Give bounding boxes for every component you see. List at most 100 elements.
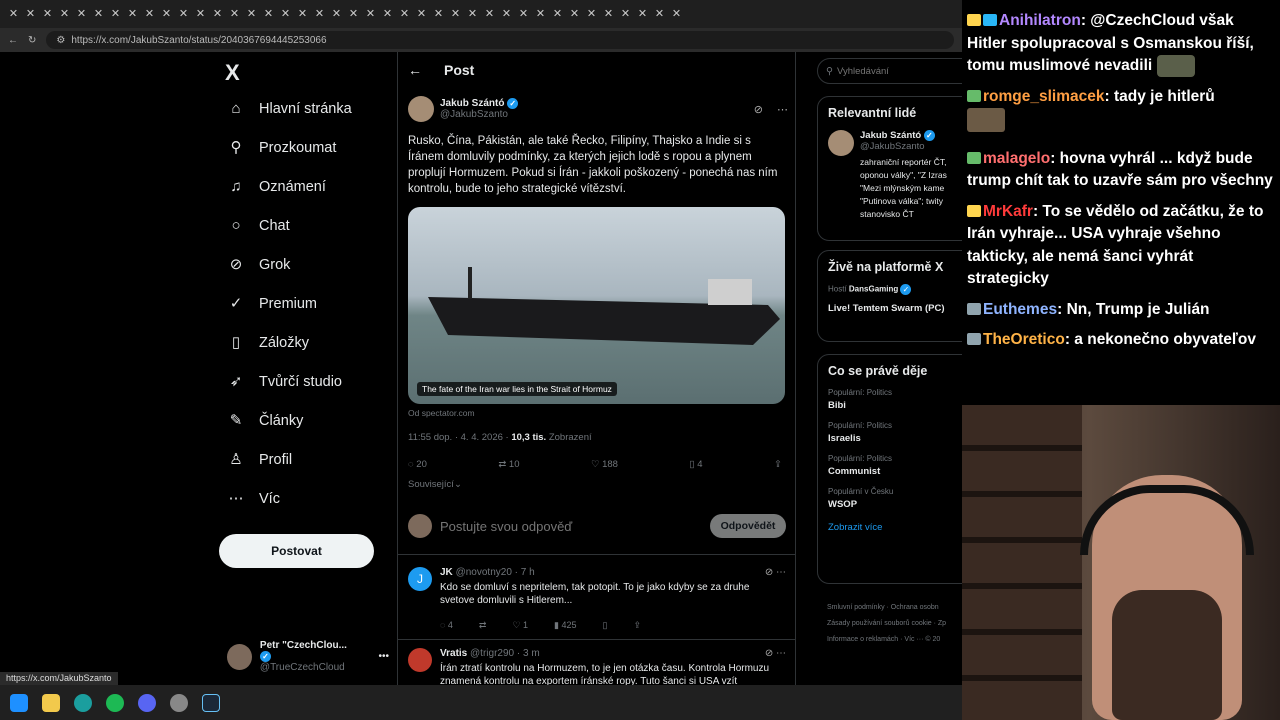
tweet-time[interactable]: 11:55 dop. · 4. 4. 2026 ·: [408, 432, 509, 443]
windows-start-icon[interactable]: [10, 693, 28, 712]
tab-icon[interactable]: ✕: [552, 8, 563, 20]
tab-icon[interactable]: ✕: [654, 8, 665, 20]
nav-item-bookmarks[interactable]: ▯ Záložky: [227, 334, 309, 352]
reply-author[interactable]: Vratis: [440, 648, 467, 659]
footer-line[interactable]: Informace o reklamách · Víc ··· © 20: [827, 632, 946, 648]
tab-icon[interactable]: ✕: [93, 8, 104, 20]
x-logo-icon[interactable]: X: [225, 60, 240, 86]
views-action[interactable]: ▮ 425: [554, 620, 577, 631]
show-more-link[interactable]: Zobrazit více: [828, 522, 962, 533]
live-host-row[interactable]: Hostí DansGaming ✓: [828, 284, 962, 295]
tab-icon[interactable]: ✕: [110, 8, 121, 20]
more-icon[interactable]: ⊘ ⋯: [765, 567, 786, 578]
back-arrow-icon[interactable]: ←: [408, 62, 422, 78]
nav-item-home[interactable]: ⌂ Hlavní stránka: [227, 100, 351, 118]
tab-icon[interactable]: ✕: [42, 8, 53, 20]
tab-icon[interactable]: ✕: [467, 8, 478, 20]
avatar[interactable]: [408, 96, 434, 122]
steam-icon[interactable]: [202, 693, 220, 712]
tab-icon[interactable]: ✕: [212, 8, 223, 20]
link-card[interactable]: The fate of the Iran war lies in the Str…: [408, 207, 785, 404]
nav-item-chat[interactable]: ○ Chat: [227, 217, 289, 235]
site-info-icon[interactable]: ⚙: [56, 35, 65, 46]
live-stream-title[interactable]: Live! Temtem Swarm (PC): [828, 303, 962, 314]
tab-icon[interactable]: ✕: [365, 8, 376, 20]
tab-icon[interactable]: ✕: [314, 8, 325, 20]
repost-action[interactable]: ⇄ 10: [498, 459, 519, 470]
tab-icon[interactable]: ✕: [161, 8, 172, 20]
trend-item[interactable]: Populární: Politics Bibi: [828, 388, 962, 411]
tab-icon[interactable]: ✕: [263, 8, 274, 20]
footer-line[interactable]: Smluvní podmínky · Ochrana osobn: [827, 600, 946, 616]
reply-item[interactable]: Vratis @trigr290 · 3 m ⊘ ⋯ Írán ztratí ko…: [408, 648, 786, 685]
more-icon[interactable]: •••: [378, 651, 389, 662]
relevant-person[interactable]: Jakub Szántó ✓ @JakubSzanto zahraniční r…: [828, 130, 962, 222]
tab-icon[interactable]: ✕: [178, 8, 189, 20]
tab-icon[interactable]: ✕: [348, 8, 359, 20]
trend-item[interactable]: Populární v Česku WSOP: [828, 487, 962, 510]
tab-icon[interactable]: ✕: [8, 8, 19, 20]
nav-item-articles[interactable]: ✎ Články: [227, 412, 304, 430]
tab-icon[interactable]: ✕: [144, 8, 155, 20]
tab-icon[interactable]: ✕: [127, 8, 138, 20]
browser-tab-strip[interactable]: ✕ ✕ ✕ ✕ ✕ ✕ ✕ ✕ ✕ ✕ ✕ ✕ ✕ ✕ ✕ ✕ ✕ ✕ ✕ ✕ …: [0, 0, 962, 28]
reload-icon[interactable]: ↻: [28, 35, 36, 46]
search-box[interactable]: ⚲: [817, 58, 962, 84]
tab-icon[interactable]: ✕: [229, 8, 240, 20]
share-icon[interactable]: ⇪: [774, 459, 782, 470]
grok-icon[interactable]: ⊘: [754, 103, 763, 116]
trend-item[interactable]: Populární: Politics Communist: [828, 454, 962, 477]
obs-icon[interactable]: [170, 693, 188, 712]
tab-icon[interactable]: ✕: [586, 8, 597, 20]
search-input[interactable]: [836, 65, 947, 77]
reply-action[interactable]: ◌ 4: [440, 620, 453, 631]
tab-icon[interactable]: ✕: [569, 8, 580, 20]
edge-browser-icon[interactable]: [74, 693, 92, 712]
nav-item-explore[interactable]: ⚲ Prozkoumat: [227, 139, 337, 157]
tab-icon[interactable]: ✕: [76, 8, 87, 20]
file-explorer-icon[interactable]: [42, 693, 60, 712]
nav-item-profile[interactable]: ♙ Profil: [227, 451, 292, 469]
account-switcher[interactable]: Petr "CzechClou... ✓ @TrueCzechCloud •••: [227, 640, 389, 673]
bookmark-action[interactable]: ▯ 4: [689, 459, 702, 470]
tab-icon[interactable]: ✕: [297, 8, 308, 20]
author-handle[interactable]: @JakubSzanto: [440, 109, 518, 120]
card-source[interactable]: Od spectator.com: [408, 408, 788, 418]
reply-input[interactable]: [440, 518, 680, 534]
tab-icon[interactable]: ✕: [637, 8, 648, 20]
tab-icon[interactable]: ✕: [501, 8, 512, 20]
tab-icon[interactable]: ✕: [280, 8, 291, 20]
avatar[interactable]: J: [408, 567, 432, 591]
like-action[interactable]: ♡ 1: [512, 620, 528, 631]
more-icon[interactable]: ⋯: [777, 103, 788, 116]
footer-line[interactable]: Zásady používání souborů cookie · Zp: [827, 616, 946, 632]
reply-action[interactable]: ◌ 20: [408, 459, 427, 470]
nav-item-grok[interactable]: ⊘ Grok: [227, 256, 291, 274]
avatar[interactable]: [408, 648, 432, 672]
tab-icon[interactable]: ✕: [484, 8, 495, 20]
tab-icon[interactable]: ✕: [59, 8, 70, 20]
reply-item[interactable]: J JK @novotny20 · 7 h ⊘ ⋯ Kdo se domluví …: [408, 567, 786, 631]
tab-icon[interactable]: ✕: [620, 8, 631, 20]
tab-icon[interactable]: ✕: [25, 8, 36, 20]
tab-icon[interactable]: ✕: [450, 8, 461, 20]
tab-icon[interactable]: ✕: [416, 8, 427, 20]
trend-item[interactable]: Populární: Politics Israelis: [828, 421, 962, 444]
nav-item-creator-studio[interactable]: ➶ Tvůrčí studio: [227, 373, 342, 391]
nav-item-notifications[interactable]: ♫ Oznámení: [227, 178, 326, 196]
repost-icon[interactable]: ⇄: [479, 620, 487, 631]
reply-author[interactable]: JK: [440, 567, 453, 578]
back-icon[interactable]: ←: [8, 35, 18, 46]
nav-item-premium[interactable]: ✓ Premium: [227, 295, 317, 313]
related-toggle[interactable]: Související⌄: [408, 479, 788, 490]
tab-icon[interactable]: ✕: [603, 8, 614, 20]
discord-icon[interactable]: [138, 693, 156, 712]
tab-icon[interactable]: ✕: [399, 8, 410, 20]
more-icon[interactable]: ⊘ ⋯: [765, 648, 786, 659]
tab-icon[interactable]: ✕: [331, 8, 342, 20]
tab-icon[interactable]: ✕: [671, 8, 682, 20]
bookmark-icon[interactable]: ▯: [603, 620, 608, 631]
tab-icon[interactable]: ✕: [518, 8, 529, 20]
nav-item-more[interactable]: ⋯ Víc: [227, 490, 280, 508]
address-field[interactable]: ⚙ https://x.com/JakubSzanto/status/20403…: [46, 31, 954, 49]
